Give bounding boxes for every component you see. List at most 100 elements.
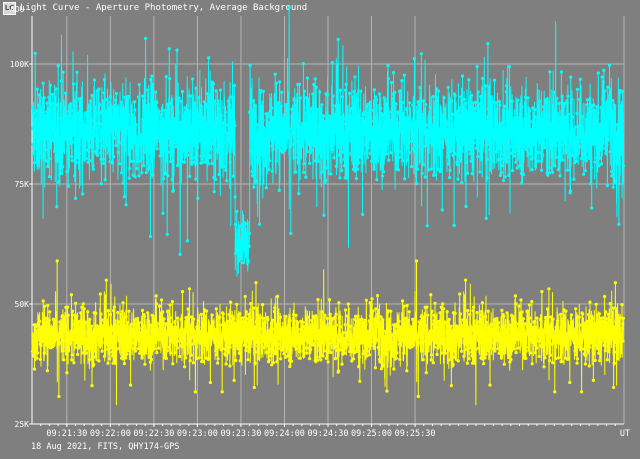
- data-point: [76, 112, 80, 116]
- data-point: [481, 76, 485, 81]
- data-point: [535, 132, 540, 136]
- data-point: [46, 164, 50, 169]
- data-point: [214, 307, 218, 311]
- data-point: [241, 261, 245, 265]
- data-point: [47, 175, 52, 179]
- data-point: [559, 70, 564, 74]
- data-point: [432, 319, 436, 323]
- data-point: [249, 106, 253, 111]
- data-point: [575, 111, 579, 116]
- data-point: [338, 314, 342, 318]
- data-point: [437, 325, 441, 329]
- data-point: [149, 131, 154, 136]
- data-point: [477, 334, 481, 339]
- data-point: [326, 137, 330, 141]
- data-point: [147, 102, 151, 107]
- data-point: [521, 317, 526, 321]
- data-point: [595, 143, 599, 147]
- data-point: [281, 345, 285, 349]
- data-point: [244, 222, 248, 226]
- data-point: [614, 307, 619, 311]
- data-point: [386, 347, 390, 351]
- data-point: [367, 111, 371, 115]
- data-point: [378, 92, 382, 96]
- data-point: [40, 339, 44, 343]
- data-point: [143, 362, 147, 366]
- data-point: [394, 149, 398, 153]
- data-point: [108, 312, 112, 317]
- data-point: [589, 182, 593, 186]
- data-point: [59, 335, 63, 339]
- data-point: [359, 340, 363, 344]
- data-point: [245, 345, 249, 349]
- data-point: [467, 78, 471, 82]
- data-point: [507, 65, 512, 69]
- data-point: [324, 332, 328, 336]
- data-point: [382, 334, 387, 338]
- data-point: [158, 154, 162, 158]
- data-point: [616, 324, 620, 328]
- data-point: [456, 163, 460, 167]
- data-point: [195, 162, 199, 166]
- data-point: [336, 122, 340, 126]
- data-point: [246, 259, 250, 263]
- data-point: [504, 331, 508, 336]
- data-point: [298, 96, 302, 100]
- data-point: [80, 341, 84, 345]
- data-point: [222, 333, 226, 337]
- data-point: [253, 104, 257, 108]
- data-point: [68, 104, 72, 109]
- data-point: [562, 118, 567, 122]
- data-point: [467, 131, 471, 135]
- data-point: [485, 176, 489, 180]
- data-point: [462, 97, 466, 102]
- data-point: [114, 98, 118, 102]
- data-point: [208, 380, 212, 385]
- data-point: [530, 120, 535, 124]
- data-point: [190, 156, 194, 161]
- data-point: [380, 136, 384, 140]
- data-point: [420, 116, 425, 121]
- data-point: [294, 347, 298, 351]
- data-point: [336, 369, 341, 373]
- data-point: [65, 352, 69, 356]
- data-point: [305, 105, 309, 109]
- data-point: [553, 390, 557, 394]
- data-point: [515, 334, 520, 338]
- data-point: [326, 360, 330, 364]
- data-point: [569, 313, 574, 317]
- data-point: [203, 102, 208, 106]
- data-point: [498, 173, 503, 177]
- data-point: [565, 143, 569, 147]
- data-point: [256, 123, 260, 127]
- data-point: [581, 147, 585, 151]
- data-point: [409, 326, 413, 330]
- data-point: [324, 356, 328, 360]
- data-point: [71, 338, 76, 342]
- data-point: [515, 166, 519, 170]
- data-point: [126, 332, 131, 337]
- data-point: [267, 350, 271, 354]
- data-point: [63, 318, 67, 322]
- data-point: [334, 104, 338, 108]
- data-point: [445, 127, 449, 131]
- data-point: [358, 128, 363, 132]
- data-point: [346, 176, 350, 180]
- data-point: [574, 159, 579, 163]
- data-point: [603, 294, 607, 299]
- data-point: [227, 313, 231, 317]
- data-point: [237, 322, 241, 326]
- data-point: [126, 349, 130, 353]
- data-point: [557, 101, 561, 105]
- data-point: [122, 195, 126, 199]
- data-point: [365, 155, 369, 160]
- data-point: [87, 358, 92, 362]
- data-point: [620, 333, 624, 337]
- data-point: [514, 327, 519, 331]
- data-point: [372, 88, 376, 92]
- data-point: [364, 138, 368, 142]
- data-point: [461, 142, 465, 146]
- data-point: [294, 170, 298, 174]
- data-point: [267, 168, 271, 172]
- data-point: [301, 329, 305, 333]
